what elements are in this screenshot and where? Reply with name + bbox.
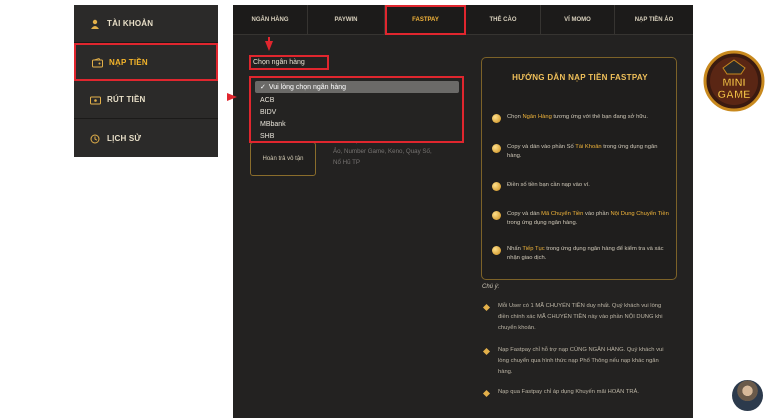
fastpay-guide-box: HƯỚNG DẪN NẠP TIỀN FASTPAY Chọn Ngân Hàn… [481, 57, 677, 280]
dropdown-option-shb[interactable]: SHB [255, 130, 459, 142]
guide-title: HƯỚNG DẪN NẠP TIỀN FASTPAY [512, 73, 648, 82]
svg-text:GAME: GAME [718, 89, 751, 101]
bank-select-label: Chọn ngân hàng [249, 55, 329, 70]
sidebar-item-label: NẠP TIỀN [109, 57, 148, 67]
sidebar-item-account[interactable]: TÀI KHOẢN [74, 5, 218, 43]
note-item: Nạp Fastpay chỉ hỗ trợ nạp CÙNG NGÂN HÀN… [482, 345, 672, 378]
svg-text:MINI: MINI [722, 77, 745, 89]
note-item: Nạp qua Fastpay chỉ áp dụng Khuyến mãi H… [482, 387, 672, 398]
sidebar-item-withdraw[interactable]: RÚT TIỀN [74, 81, 218, 119]
tab-bank[interactable]: NGÂN HÀNG [233, 5, 308, 35]
guide-step: Chọn Ngân Hàng tương ứng với thẻ bạn đan… [492, 113, 672, 123]
history-icon [90, 134, 100, 143]
checkmark-icon: ✓ [260, 84, 266, 91]
wallet-icon [92, 57, 103, 67]
annotation-arrow-right [227, 93, 237, 101]
mini-game-button[interactable]: MINI GAME [703, 50, 765, 112]
guide-step: Copy và dán Mã Chuyển Tiền vào phần Nội … [492, 210, 672, 228]
note-item: Mỗi User có 1 MÃ CHUYỂN TIỀN duy nhất. Q… [482, 301, 672, 334]
diamond-icon [482, 347, 491, 356]
tab-fastpay[interactable]: FASTPAY [385, 5, 466, 35]
guide-step: Điền số tiền bạn cần nạp vào ví. [492, 181, 672, 191]
notes-title: Chú ý: [482, 284, 500, 290]
user-icon [90, 19, 100, 29]
withdraw-icon [90, 95, 101, 105]
diamond-icon [482, 389, 491, 398]
annotation-arrow-head [265, 41, 273, 51]
guide-step: Copy và dán vào phần Số Tài Khoản trong … [492, 143, 672, 161]
avatar[interactable] [732, 380, 763, 411]
coin-icon [492, 211, 501, 220]
payment-tabs: NGÂN HÀNG PAYWIN FASTPAY THẺ CÀO VÍ MOMO… [233, 5, 693, 35]
sidebar-item-label: TÀI KHOẢN [107, 19, 154, 28]
sidebar-item-label: RÚT TIỀN [107, 95, 146, 104]
dropdown-option-selected[interactable]: ✓ Vui lòng chọn ngân hàng [255, 81, 459, 93]
dropdown-option-acb[interactable]: ACB [255, 94, 459, 106]
dropdown-option-bidv[interactable]: BIDV [255, 106, 459, 118]
tab-momo[interactable]: VÍ MOMO [541, 5, 615, 35]
bank-dropdown-list[interactable]: ✓ Vui lòng chọn ngân hàng ACB BIDV MBban… [249, 76, 464, 143]
tab-card[interactable]: THẺ CÀO [466, 5, 541, 35]
promo-option-button[interactable]: Hoàn trả vô tận [250, 142, 316, 176]
coin-icon [492, 246, 501, 255]
account-sidebar: TÀI KHOẢN NẠP TIỀN RÚT TIỀN LỊCH SỬ [74, 5, 218, 157]
diamond-icon [482, 303, 491, 312]
sidebar-item-deposit[interactable]: NẠP TIỀN [74, 43, 218, 81]
deposit-panel: NGÂN HÀNG PAYWIN FASTPAY THẺ CÀO VÍ MOMO… [227, 5, 693, 418]
sidebar-item-label: LỊCH SỬ [107, 133, 142, 143]
guide-step: Nhấn Tiếp Tục trong ứng dụng ngân hàng đ… [492, 245, 672, 263]
coin-icon [492, 114, 501, 123]
coin-icon [492, 182, 501, 191]
coin-icon [492, 144, 501, 153]
dropdown-option-mbbank[interactable]: MBbank [255, 118, 459, 130]
tab-paywin[interactable]: PAYWIN [308, 5, 385, 35]
tab-virtual[interactable]: NẠP TIỀN ẢO [615, 5, 693, 35]
sidebar-item-history[interactable]: LỊCH SỬ [74, 119, 218, 157]
